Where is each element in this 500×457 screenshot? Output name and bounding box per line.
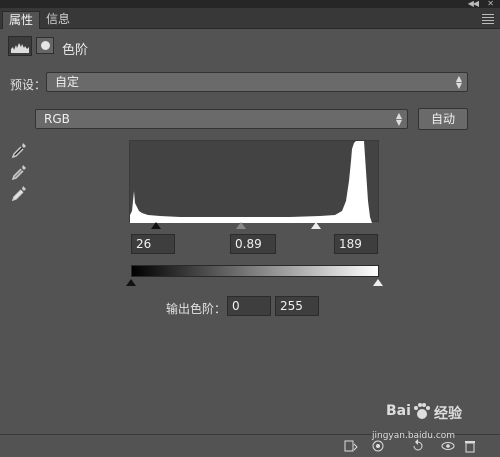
output-white-field[interactable]: 255	[275, 296, 319, 316]
channel-value: RGB	[44, 112, 70, 126]
mask-icon[interactable]	[36, 37, 54, 54]
preset-label: 预设：	[10, 78, 47, 92]
watermark-brand-cn: 经验	[434, 406, 462, 422]
white-point-eyedropper-icon[interactable]	[10, 184, 28, 202]
properties-panel: 色阶 预设： 自定 ▲ ▼ RGB ▲ ▼ 自动 26 0.89 189 输出色阶：…	[0, 29, 500, 434]
black-point-eyedropper-icon[interactable]	[10, 141, 28, 159]
levels-adjustment-icon[interactable]	[8, 36, 32, 56]
white-input-handle[interactable]	[311, 222, 321, 229]
output-gradient-bar	[131, 265, 379, 277]
gray-point-eyedropper-icon[interactable]	[10, 163, 28, 181]
levels-histogram	[129, 140, 379, 223]
output-levels-slider[interactable]	[126, 279, 383, 287]
collapse-icon[interactable]: ◀◀	[468, 0, 479, 8]
clip-to-layer-icon[interactable]	[343, 438, 359, 454]
preset-value: 自定	[55, 75, 80, 89]
panel-topbar: ◀◀ ✕	[0, 0, 500, 8]
delete-icon[interactable]	[462, 438, 478, 454]
tab-properties[interactable]: 属性	[2, 11, 41, 29]
watermark-brand: Bai	[386, 403, 411, 419]
select-arrows-icon: ▲ ▼	[395, 111, 402, 127]
watermark-url: jingyan.baidu.com	[372, 431, 456, 441]
auto-button[interactable]: 自动	[418, 108, 468, 130]
panel-menu-icon[interactable]	[482, 14, 494, 26]
input-levels-slider[interactable]	[129, 222, 379, 230]
tab-bar: 属性 信息	[0, 8, 500, 29]
output-black-field[interactable]: 0	[227, 296, 271, 316]
input-black-field[interactable]: 26	[131, 234, 175, 254]
input-gamma-field[interactable]: 0.89	[230, 234, 276, 254]
select-arrows-icon: ▲ ▼	[455, 74, 462, 90]
tab-info[interactable]: 信息	[40, 11, 76, 29]
input-white-field[interactable]: 189	[334, 234, 378, 254]
black-input-handle[interactable]	[151, 222, 161, 229]
gamma-input-handle[interactable]	[236, 222, 246, 229]
baidu-watermark: Bai 经验	[386, 399, 476, 435]
panel-title: 色阶	[62, 43, 89, 58]
preset-select[interactable]: 自定 ▲ ▼	[46, 72, 468, 92]
white-output-handle[interactable]	[373, 279, 383, 286]
output-levels-label: 输出色阶：	[166, 302, 227, 316]
black-output-handle[interactable]	[126, 279, 136, 286]
baidu-paw-icon	[414, 403, 430, 419]
channel-select[interactable]: RGB ▲ ▼	[35, 109, 408, 129]
close-icon[interactable]: ✕	[487, 0, 494, 8]
